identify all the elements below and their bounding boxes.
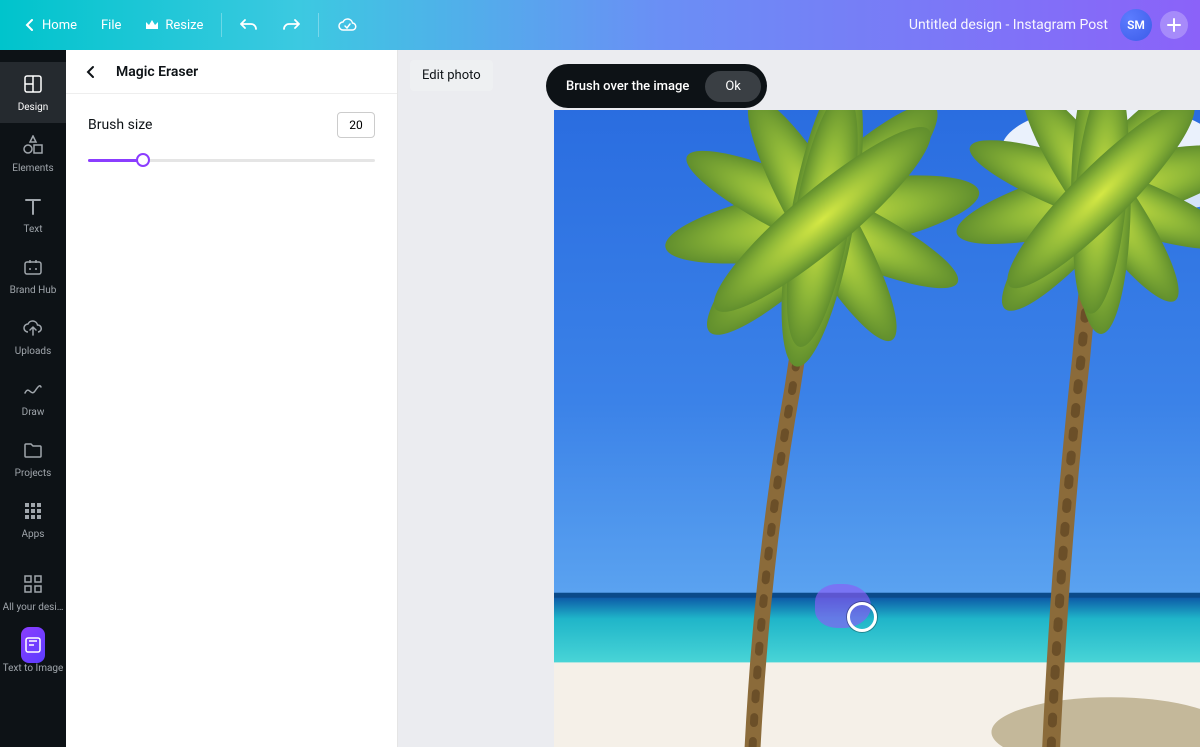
brush-cursor bbox=[821, 590, 851, 620]
resize-button[interactable]: Resize bbox=[133, 0, 215, 50]
redo-icon bbox=[282, 18, 300, 32]
back-button[interactable] bbox=[80, 61, 102, 83]
rail-text[interactable]: Text bbox=[0, 184, 66, 245]
side-panel: Magic Eraser Brush size bbox=[66, 50, 398, 747]
rail-label: Text to Image bbox=[3, 663, 64, 674]
file-menu[interactable]: File bbox=[89, 0, 133, 50]
shapes-icon bbox=[22, 135, 44, 155]
design-title[interactable]: Untitled design - Instagram Post bbox=[909, 17, 1108, 33]
folder-icon bbox=[23, 442, 43, 458]
brush-size-input[interactable] bbox=[337, 112, 375, 138]
rail-label: Elements bbox=[12, 163, 53, 174]
brush-size-slider[interactable] bbox=[88, 150, 375, 170]
draw-icon bbox=[23, 381, 43, 397]
grid-icon bbox=[24, 575, 42, 593]
rail-label: Design bbox=[18, 102, 49, 113]
rail-projects[interactable]: Projects bbox=[0, 428, 66, 489]
rail-apps[interactable]: Apps bbox=[0, 489, 66, 550]
resize-label: Resize bbox=[165, 18, 203, 33]
separator bbox=[318, 13, 319, 37]
rail-label: Draw bbox=[22, 407, 45, 418]
rail-label: Text bbox=[23, 224, 42, 235]
text-icon bbox=[24, 197, 42, 215]
rail-text-to-image[interactable]: Text to Image bbox=[0, 623, 66, 684]
brand-icon bbox=[23, 258, 43, 276]
chevron-left-icon bbox=[24, 19, 36, 31]
share-plus-button[interactable] bbox=[1160, 11, 1188, 39]
chevron-left-icon bbox=[84, 65, 98, 79]
canvas-image[interactable] bbox=[554, 110, 1200, 747]
rail-label: Uploads bbox=[15, 346, 51, 357]
apps-icon bbox=[24, 502, 42, 520]
slider-thumb[interactable] bbox=[136, 153, 150, 167]
rail-label: Brand Hub bbox=[10, 285, 57, 296]
undo-icon bbox=[240, 18, 258, 32]
user-avatar[interactable]: SM bbox=[1120, 9, 1152, 41]
rail-brand-hub[interactable]: Brand Hub bbox=[0, 245, 66, 306]
redo-button[interactable] bbox=[270, 0, 312, 50]
tooltip-ok-button[interactable]: Ok bbox=[705, 71, 761, 102]
brush-size-label: Brush size bbox=[88, 117, 152, 133]
separator bbox=[221, 13, 222, 37]
edit-photo-button[interactable]: Edit photo bbox=[410, 60, 493, 91]
undo-button[interactable] bbox=[228, 0, 270, 50]
top-bar: Home File Resize Untitled design - Insta… bbox=[0, 0, 1200, 50]
tooltip-text: Brush over the image bbox=[566, 79, 689, 94]
rail-all-your-designs[interactable]: All your desi… bbox=[0, 562, 66, 623]
left-rail: Design Elements Text Brand Hub Uploads D… bbox=[0, 50, 66, 747]
cloud-check-icon bbox=[337, 17, 357, 33]
home-button[interactable]: Home bbox=[12, 0, 89, 50]
crown-icon bbox=[145, 19, 159, 31]
rail-design[interactable]: Design bbox=[0, 62, 66, 123]
rail-label: Projects bbox=[15, 468, 52, 479]
layout-icon bbox=[23, 74, 43, 94]
cloud-sync-button[interactable] bbox=[325, 0, 369, 50]
rail-elements[interactable]: Elements bbox=[0, 123, 66, 184]
instruction-tooltip: Brush over the image Ok bbox=[546, 64, 767, 108]
rail-uploads[interactable]: Uploads bbox=[0, 306, 66, 367]
rail-label: Apps bbox=[22, 529, 45, 540]
plus-icon bbox=[1167, 18, 1181, 32]
file-label: File bbox=[101, 18, 121, 33]
panel-title: Magic Eraser bbox=[116, 64, 198, 80]
text-to-image-icon bbox=[21, 627, 45, 663]
upload-icon bbox=[23, 319, 43, 337]
rail-draw[interactable]: Draw bbox=[0, 367, 66, 428]
rail-label: All your desi… bbox=[3, 602, 64, 613]
home-label: Home bbox=[42, 18, 77, 33]
canvas-area: Edit photo Brush over the image Ok bbox=[398, 50, 1200, 747]
